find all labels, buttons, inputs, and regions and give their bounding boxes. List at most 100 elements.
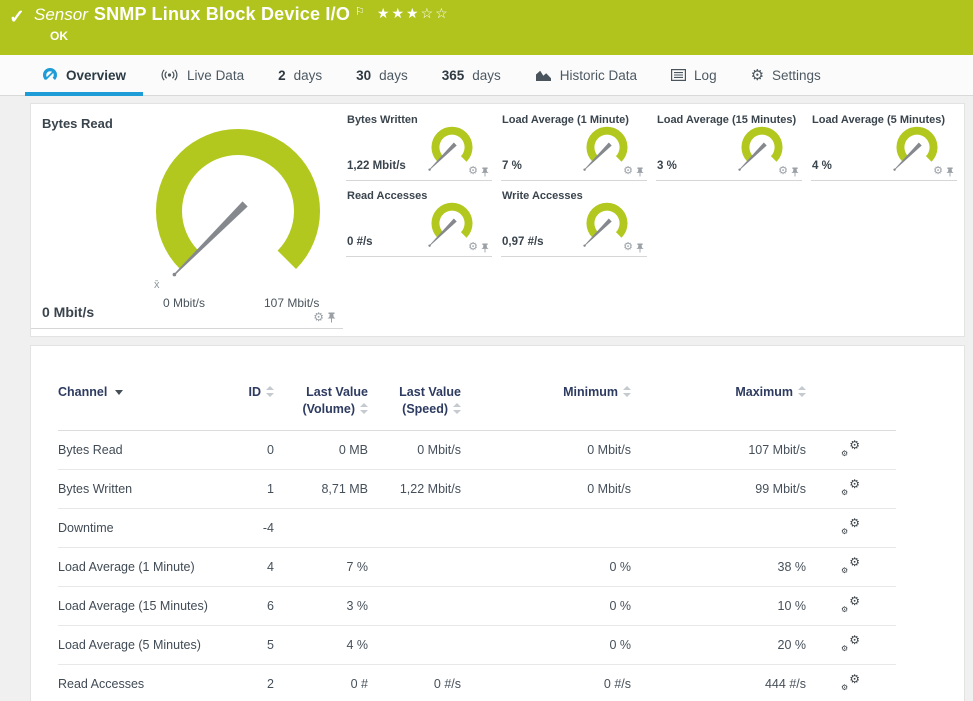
tab-number: 30 [356, 68, 371, 83]
channel-id: 1 [226, 469, 274, 508]
mini-gauge-grid: Bytes Written 1,22 Mbit/s ⚙ Load Average… [346, 111, 957, 257]
channel-settings-icon[interactable]: ⚙⚙ [840, 557, 860, 574]
column-header-last-value-speed[interactable]: Last Value (Speed) [368, 384, 461, 430]
tab-label: days [294, 68, 323, 83]
maximum-value: 99 Mbit/s [631, 469, 806, 508]
gear-icon[interactable]: ⚙ [933, 166, 943, 177]
sensor-status-badge: OK [50, 29, 68, 43]
gear-icon[interactable]: ⚙ [623, 242, 633, 253]
mini-gauge-load-average-1-minute: Load Average (1 Minute) 7 % ⚙ [501, 111, 647, 181]
main-gauge-panel: Bytes Read x̄ 0 Mbit/s 107 Mbit/s 0 Mbit… [31, 104, 343, 329]
live-signal-icon [160, 68, 179, 82]
mini-gauge-value: 0 #/s [347, 236, 373, 248]
mini-gauge-value: 1,22 Mbit/s [347, 160, 406, 172]
pin-icon[interactable] [636, 243, 644, 253]
pin-icon[interactable] [481, 167, 489, 177]
tab-number: 2 [278, 68, 286, 83]
mini-gauge-value: 4 % [812, 160, 832, 172]
minimum-value: 0 % [461, 625, 631, 664]
tab-label: Overview [66, 68, 126, 83]
channel-settings-icon[interactable]: ⚙⚙ [840, 518, 860, 535]
main-gauge-dial [31, 104, 343, 309]
last-value-volume [274, 508, 368, 547]
tab-2-days[interactable]: 2 days [261, 55, 339, 95]
channel-id: 0 [226, 430, 274, 469]
tab-overview[interactable]: Overview [25, 55, 143, 95]
minimum-value: 0 Mbit/s [461, 430, 631, 469]
maximum-value: 107 Mbit/s [631, 430, 806, 469]
pin-icon[interactable] [791, 167, 799, 177]
pin-icon[interactable] [636, 167, 644, 177]
table-row-bytes-written: Bytes Written 1 8,71 MB 1,22 Mbit/s 0 Mb… [58, 469, 896, 508]
channel-settings-icon[interactable]: ⚙⚙ [840, 635, 860, 652]
maximum-value: 38 % [631, 547, 806, 586]
channel-name[interactable]: Load Average (1 Minute) [58, 547, 226, 586]
stars-empty[interactable]: ☆☆ [421, 5, 450, 21]
tab-label: days [379, 68, 408, 83]
maximum-value: 20 % [631, 625, 806, 664]
mini-gauge-bytes-written: Bytes Written 1,22 Mbit/s ⚙ [346, 111, 492, 181]
minimum-value: 0 % [461, 547, 631, 586]
last-value-speed [368, 547, 461, 586]
mini-gauge-title: Bytes Written [347, 114, 418, 126]
last-value-volume: 3 % [274, 586, 368, 625]
mini-gauge-value: 0,97 #/s [502, 236, 544, 248]
channel-settings-icon[interactable]: ⚙⚙ [840, 440, 860, 457]
maximum-value [631, 508, 806, 547]
sort-icon [623, 386, 631, 397]
tab-bar: Overview Live Data 2 days 30 days 365 da… [0, 55, 973, 96]
channel-name[interactable]: Downtime [58, 508, 226, 547]
tab-365-days[interactable]: 365 days [425, 55, 518, 95]
object-kind-label: Sensor [34, 5, 88, 24]
gear-icon[interactable]: ⚙ [313, 311, 324, 323]
column-header-maximum[interactable]: Maximum [631, 384, 806, 430]
tab-label: Log [694, 68, 717, 83]
gear-icon[interactable]: ⚙ [468, 166, 478, 177]
main-gauge-value: 0 Mbit/s [42, 304, 94, 320]
pin-icon[interactable] [327, 312, 336, 323]
mini-gauge-load-average-15-minutes: Load Average (15 Minutes) 3 % ⚙ [656, 111, 802, 181]
last-value-speed [368, 508, 461, 547]
last-value-speed: 0 Mbit/s [368, 430, 461, 469]
flag-icon[interactable]: ⚐ [355, 6, 365, 18]
tab-settings[interactable]: ⚙ Settings [734, 55, 838, 95]
column-header-last-value-volume[interactable]: Last Value (Volume) [274, 384, 368, 430]
channel-id: 5 [226, 625, 274, 664]
column-header-channel[interactable]: Channel [58, 384, 226, 430]
channel-id: 6 [226, 586, 274, 625]
tab-log[interactable]: Log [654, 55, 734, 95]
tab-30-days[interactable]: 30 days [339, 55, 425, 95]
gear-icon: ⚙ [751, 68, 764, 83]
channel-name[interactable]: Bytes Read [58, 430, 226, 469]
pin-icon[interactable] [946, 167, 954, 177]
gear-icon[interactable]: ⚙ [778, 166, 788, 177]
column-header-minimum[interactable]: Minimum [461, 384, 631, 430]
channel-name[interactable]: Load Average (5 Minutes) [58, 625, 226, 664]
gear-icon[interactable]: ⚙ [623, 166, 633, 177]
tab-historic-data[interactable]: Historic Data [518, 55, 654, 95]
channel-settings-icon[interactable]: ⚙⚙ [840, 596, 860, 613]
gear-icon[interactable]: ⚙ [468, 242, 478, 253]
stars-filled[interactable]: ★★★ [377, 5, 421, 21]
channel-name[interactable]: Bytes Written [58, 469, 226, 508]
last-value-speed: 1,22 Mbit/s [368, 469, 461, 508]
column-header-actions [806, 384, 896, 430]
area-chart-icon [535, 69, 552, 82]
tab-live-data[interactable]: Live Data [143, 55, 261, 95]
table-row-bytes-read: Bytes Read 0 0 MB 0 Mbit/s 0 Mbit/s 107 … [58, 430, 896, 469]
channel-name[interactable]: Load Average (15 Minutes) [58, 586, 226, 625]
pin-icon[interactable] [481, 243, 489, 253]
channel-settings-icon[interactable]: ⚙⚙ [840, 479, 860, 496]
channel-name[interactable]: Read Accesses [58, 664, 226, 701]
column-header-id[interactable]: ID [226, 384, 274, 430]
table-header-row: Channel ID Last Value (Volume) Last Valu… [58, 384, 896, 430]
mini-gauge-value: 7 % [502, 160, 522, 172]
priority-stars[interactable]: ★★★☆☆ [377, 5, 450, 21]
table-row-load-average-1-minute: Load Average (1 Minute) 4 7 % 0 % 38 % ⚙… [58, 547, 896, 586]
mini-gauge-title: Write Accesses [502, 190, 583, 202]
last-value-volume: 8,71 MB [274, 469, 368, 508]
sensor-title: SNMP Linux Block Device I/O [94, 4, 350, 24]
channel-settings-icon[interactable]: ⚙⚙ [840, 674, 860, 691]
last-value-speed: 0 #/s [368, 664, 461, 701]
mini-gauge-value: 3 % [657, 160, 677, 172]
